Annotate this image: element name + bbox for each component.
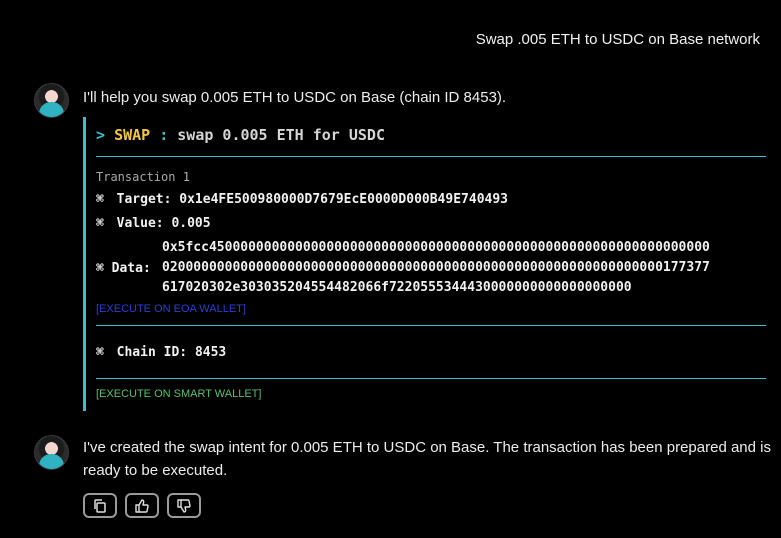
- bullet-icon: ⌘: [96, 261, 104, 276]
- assistant-avatar: [34, 435, 69, 470]
- assistant-avatar: [34, 83, 69, 118]
- target-field: ⌘ Target: 0x1e4FE500980000D7679EcE0000D0…: [96, 192, 508, 207]
- data-line: 0200000000000000000000000000000000000000…: [162, 260, 710, 275]
- divider: [96, 325, 766, 326]
- divider: [96, 156, 766, 157]
- command-prompt: >: [96, 126, 106, 144]
- user-message: Swap .005 ETH to USDC on Base network: [475, 31, 760, 48]
- data-hex: 0x5fcc4500000000000000000000000000000000…: [162, 238, 710, 298]
- chain-id-field: ⌘ Chain ID: 8453: [96, 345, 226, 360]
- thumbs-down-icon: [177, 498, 191, 513]
- thumbs-down-button[interactable]: [167, 493, 201, 518]
- value-field: ⌘ Value: 0.005: [96, 216, 211, 231]
- copy-icon: [94, 498, 106, 513]
- chain-id-value: 8453: [194, 345, 227, 360]
- assistant-intro-text: I'll help you swap 0.005 ETH to USDC on …: [83, 89, 507, 106]
- transaction-panel: > SWAP : swap 0.005 ETH for USDC Transac…: [83, 117, 766, 411]
- target-address: 0x1e4FE500980000D7679EcE0000D000B49E7404…: [179, 192, 509, 207]
- thumbs-up-icon: [135, 498, 149, 513]
- transaction-label: Transaction 1: [96, 170, 190, 184]
- data-field-label: ⌘ Data:: [96, 261, 151, 276]
- command-keyword: SWAP: [114, 126, 151, 144]
- copy-button[interactable]: [83, 493, 117, 518]
- command-line: > SWAP : swap 0.005 ETH for USDC: [96, 126, 385, 144]
- chain-id-label: Chain ID:: [116, 345, 188, 360]
- message-actions: [83, 493, 201, 518]
- execute-eoa-wallet-link[interactable]: [EXECUTE ON EOA WALLET]: [96, 303, 246, 315]
- data-label: Data:: [111, 261, 151, 276]
- value-amount: 0.005: [171, 216, 211, 231]
- execute-smart-wallet-link[interactable]: [EXECUTE ON SMART WALLET]: [96, 388, 261, 400]
- command-separator: :: [159, 126, 169, 144]
- command-description: swap 0.005 ETH for USDC: [177, 126, 385, 144]
- bullet-icon: ⌘: [96, 192, 104, 207]
- data-line: 0x5fcc4500000000000000000000000000000000…: [162, 240, 710, 255]
- assistant-final-text: I've created the swap intent for 0.005 E…: [83, 439, 771, 479]
- value-label: Value:: [116, 216, 164, 231]
- bullet-icon: ⌘: [96, 216, 104, 231]
- divider: [96, 378, 766, 379]
- data-line: 617020302e303035204554482066f72205553444…: [162, 280, 632, 295]
- target-label: Target:: [116, 192, 172, 207]
- bullet-icon: ⌘: [96, 345, 104, 360]
- thumbs-up-button[interactable]: [125, 493, 159, 518]
